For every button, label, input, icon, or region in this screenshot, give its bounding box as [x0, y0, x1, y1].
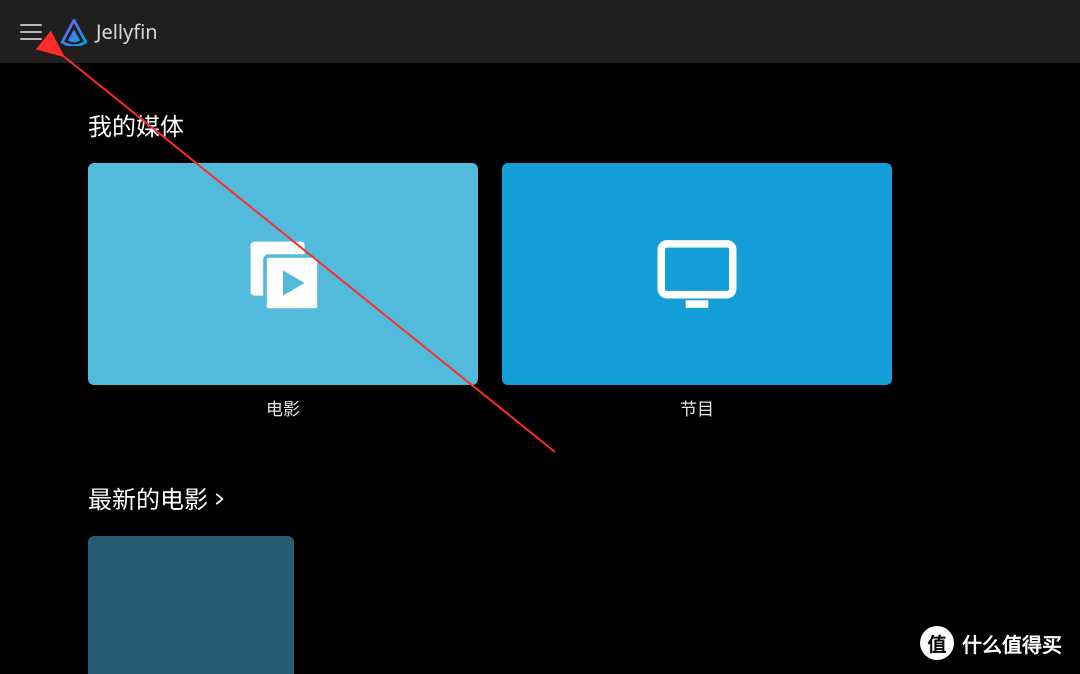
my-media-row: 电影 节目 — [88, 163, 992, 420]
watermark: 值 什么值得买 — [920, 626, 1062, 660]
brand[interactable]: Jellyfin — [60, 18, 158, 46]
media-card-shows[interactable]: 节目 — [502, 163, 892, 420]
movies-library-icon — [238, 229, 328, 319]
latest-movies-title-text: 最新的电影 — [88, 480, 208, 516]
brand-text: Jellyfin — [96, 18, 158, 45]
movies-label: 电影 — [88, 395, 478, 420]
media-card-movies[interactable]: 电影 — [88, 163, 478, 420]
latest-movies-title[interactable]: 最新的电影 — [88, 480, 992, 516]
watermark-badge: 值 — [920, 626, 954, 660]
chevron-right-icon — [212, 485, 226, 512]
my-media-title: 我的媒体 — [88, 107, 992, 143]
shows-label: 节目 — [502, 395, 892, 420]
jellyfin-logo-icon — [60, 18, 88, 46]
latest-movies-row — [88, 536, 992, 674]
watermark-text: 什么值得买 — [962, 629, 1062, 658]
app-header: Jellyfin — [0, 0, 1080, 63]
shows-tile — [502, 163, 892, 385]
movies-tile — [88, 163, 478, 385]
menu-icon[interactable] — [20, 24, 42, 40]
poster-card[interactable] — [88, 536, 294, 674]
tv-library-icon — [650, 227, 744, 321]
main-content: 我的媒体 电影 节目 最新的电影 — [0, 63, 1080, 674]
